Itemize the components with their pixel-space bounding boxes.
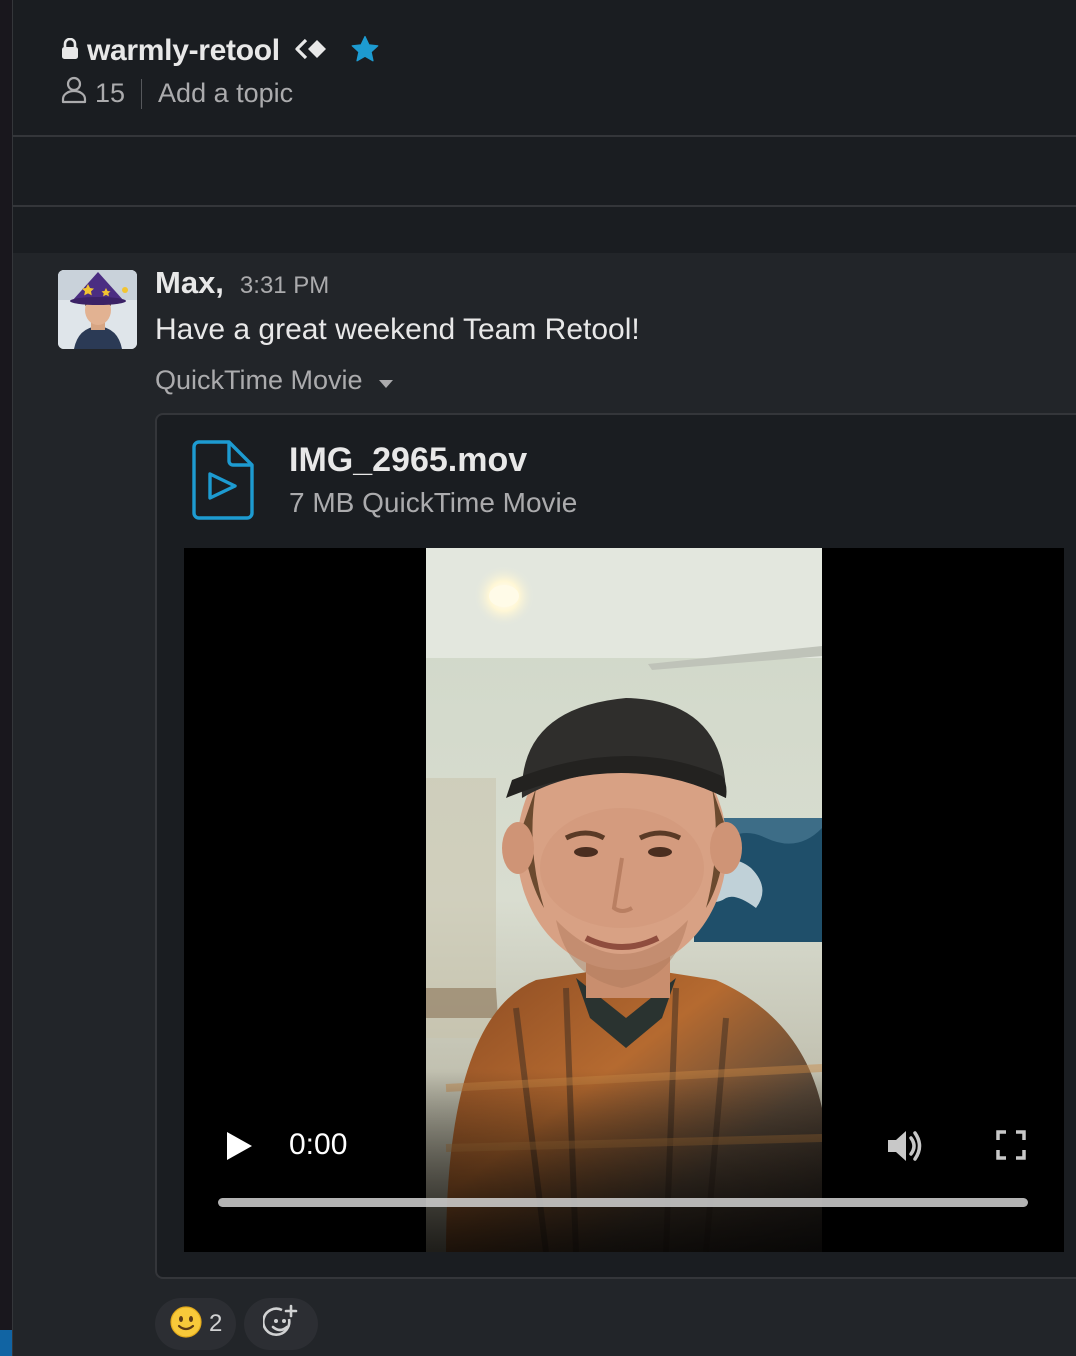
volume-icon[interactable] (886, 1128, 924, 1169)
reaction-pill[interactable]: 2 (155, 1298, 237, 1350)
file-name[interactable]: IMG_2965.mov (289, 441, 527, 480)
add-reaction-button[interactable] (244, 1298, 319, 1350)
add-topic-link[interactable]: Add a topic (158, 78, 293, 109)
star-icon[interactable] (350, 35, 380, 68)
member-count[interactable]: 15 (95, 78, 125, 109)
sender-name[interactable]: Max, (155, 265, 224, 301)
lock-icon (61, 37, 79, 65)
video-time: 0:00 (289, 1128, 348, 1161)
reaction-count: 2 (209, 1310, 223, 1337)
avatar[interactable] (58, 270, 137, 349)
video-player[interactable]: 0:00 (184, 548, 1064, 1252)
caret-down-icon (378, 365, 393, 396)
add-emoji-icon (262, 1304, 299, 1345)
video-progress-bar[interactable] (218, 1198, 1028, 1207)
attachment-toggle[interactable]: QuickTime Movie (155, 365, 393, 396)
attachment-toggle-label: QuickTime Movie (155, 365, 363, 395)
channel-name[interactable]: warmly-retool (87, 34, 280, 68)
slightly-smiling-face-icon (169, 1305, 203, 1344)
channel-meta-row: 15 Add a topic (61, 76, 293, 111)
reaction-bar: 2 (155, 1298, 319, 1350)
controls-shade (184, 1072, 1064, 1252)
message[interactable]: Max, 3:31 PM Have a great weekend Team R… (13, 253, 1076, 1356)
message-text: Have a great weekend Team Retool! (155, 313, 640, 346)
file-meta: 7 MB QuickTime Movie (289, 487, 578, 518)
message-timestamp[interactable]: 3:31 PM (240, 272, 329, 300)
message-header: Max, 3:31 PM (155, 265, 329, 301)
rail-accent (0, 1330, 12, 1356)
workspace-rail (0, 0, 13, 1356)
channel-header: warmly-retool 15 Add a topic (13, 0, 1076, 137)
divider-band (13, 137, 1076, 207)
fullscreen-icon[interactable] (996, 1130, 1026, 1165)
shared-channel-icon (294, 37, 330, 66)
channel-title-row[interactable]: warmly-retool (61, 32, 380, 70)
video-file-icon (191, 439, 255, 526)
member-icon (61, 76, 87, 111)
meta-divider (141, 78, 143, 109)
file-attachment[interactable]: IMG_2965.mov 7 MB QuickTime Movie 0:00 (155, 413, 1076, 1279)
play-button[interactable] (224, 1130, 254, 1162)
